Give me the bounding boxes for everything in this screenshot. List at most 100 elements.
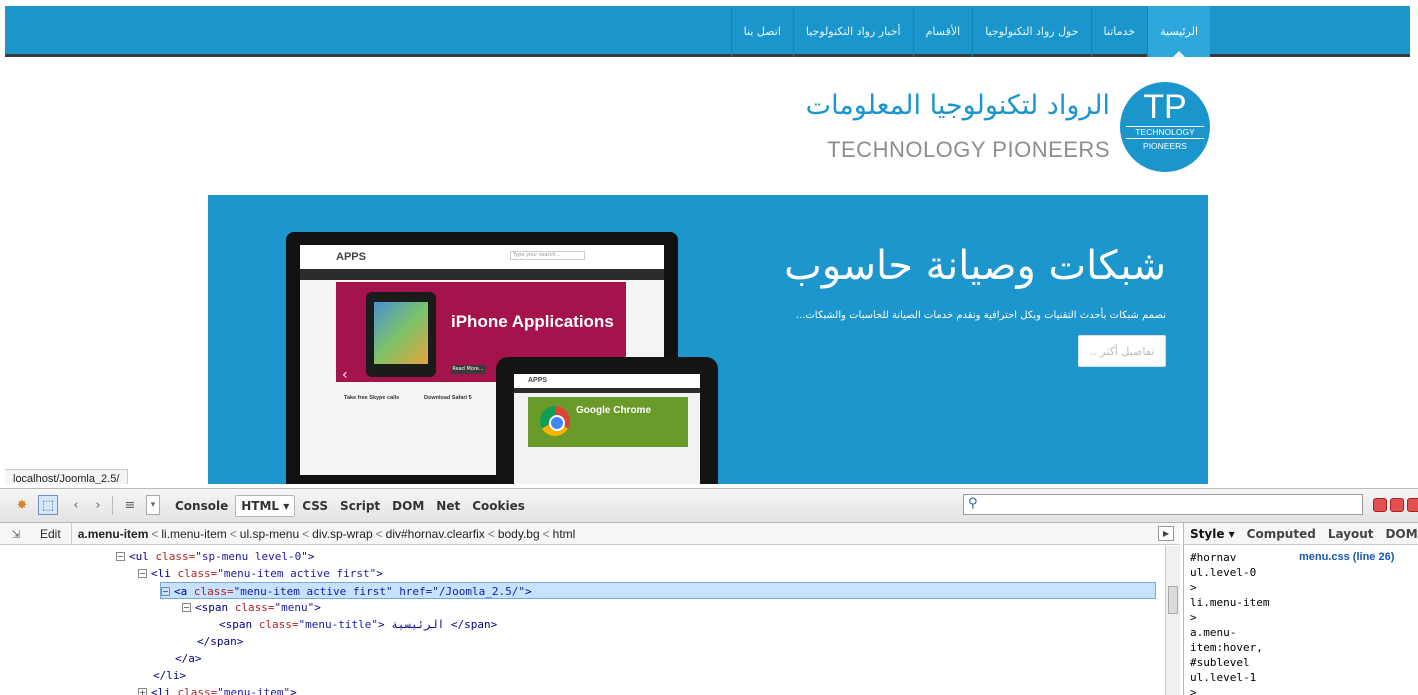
mockup-col1: Take free Skype calls xyxy=(344,395,400,401)
ipad-menu-bar xyxy=(514,388,700,393)
logo-badge: TP TECHNOLOGY PIONEERS xyxy=(1120,82,1210,172)
style-selector-line: ul.level-1 xyxy=(1190,671,1257,684)
firebug-search-input[interactable]: ⚲ xyxy=(963,494,1363,515)
nav-item-services[interactable]: خدماتنا xyxy=(1090,6,1148,57)
breadcrumb-item[interactable]: html xyxy=(553,527,576,541)
html-tag-open: </a> xyxy=(175,652,202,665)
side-panel-toggle-icon[interactable]: ▶ xyxy=(1158,526,1174,541)
breadcrumb: ⇲ Edit a.menu-item < li.menu-item < ul.s… xyxy=(0,522,1180,545)
tab-style[interactable]: Style ▾ xyxy=(1184,527,1241,541)
html-node-line[interactable]: </span> xyxy=(182,633,243,650)
tab-dom[interactable]: DOM xyxy=(387,496,429,516)
html-node-line[interactable]: − <ul class="sp-menu level-0"> xyxy=(116,548,314,565)
firebug-toolbar: ✸ ⬚ ‹ › ≡ ▾ Console HTML ▾ CSS Script DO… xyxy=(0,489,1418,523)
html-attr-value: "sp-menu level-0" xyxy=(195,550,308,563)
breadcrumb-item[interactable]: div#hornav.clearfix xyxy=(386,527,485,541)
nav-item-about[interactable]: حول رواد التكنولوجيا xyxy=(972,6,1090,57)
tab-layout[interactable]: Layout xyxy=(1322,527,1380,541)
html-tag-open: </span> xyxy=(197,635,244,648)
tab-cookies[interactable]: Cookies xyxy=(467,496,530,516)
html-node-line[interactable]: − <span class="menu"> xyxy=(182,599,321,616)
collapse-node-icon[interactable]: − xyxy=(161,587,170,596)
slide-details-button[interactable]: تفاصيل أكثر .. xyxy=(1078,335,1166,367)
html-tag-open: <li xyxy=(151,567,178,580)
logo-arabic-name: الرواد لتكنولوجيا المعلومات xyxy=(805,90,1110,121)
nav-item-label: الرئيسية xyxy=(1160,25,1198,38)
inspect-element-icon[interactable]: ⬚ xyxy=(38,495,58,515)
html-panel-scrollbar[interactable] xyxy=(1165,546,1180,695)
tab-dom-side[interactable]: DOM xyxy=(1380,527,1418,541)
nav-item-home[interactable]: الرئيسية xyxy=(1147,6,1210,57)
chevron-left-icon: ‹ xyxy=(342,367,348,383)
firebug-tabs: Console HTML ▾ CSS Script DOM Net Cookie… xyxy=(170,495,532,517)
scrollbar-thumb[interactable] xyxy=(1168,586,1178,614)
collapse-node-icon[interactable]: − xyxy=(182,603,191,612)
style-selector-line: a.menu- xyxy=(1190,626,1237,639)
tab-css[interactable]: CSS xyxy=(297,496,333,516)
nav-item-contact[interactable]: اتصل بنا xyxy=(730,6,793,57)
expand-panel-icon[interactable]: ⇲ xyxy=(6,524,26,544)
detach-icon[interactable] xyxy=(1390,498,1404,512)
html-tag-close: > الرئيسية </span> xyxy=(377,618,498,631)
panel-dropdown-icon[interactable]: ▾ xyxy=(146,495,160,515)
html-node-line[interactable]: + <li class="menu-item"> xyxy=(138,684,297,695)
firebug-panel: ✸ ⬚ ‹ › ≡ ▾ Console HTML ▾ CSS Script DO… xyxy=(0,488,1418,695)
tab-console[interactable]: Console xyxy=(170,496,233,516)
firebug-icon[interactable]: ✸ xyxy=(12,495,32,515)
nav-item-label: حول رواد التكنولوجيا xyxy=(985,25,1079,38)
nav-item-label: أخبار رواد التكنولوجيا xyxy=(805,25,901,38)
web-page: الرئيسية خدماتنا حول رواد التكنولوجيا ال… xyxy=(5,6,1410,484)
breadcrumb-item[interactable]: div.sp-wrap xyxy=(312,527,372,541)
expand-node-icon[interactable]: + xyxy=(138,688,147,695)
nav-item-label: الأقسام xyxy=(925,25,961,38)
html-node-line[interactable]: − <li class="menu-item active first"> xyxy=(138,565,383,582)
html-tag-close: > xyxy=(290,686,297,695)
breadcrumb-separator: < xyxy=(542,526,550,541)
html-tag-open: <li xyxy=(151,686,178,695)
selected-html-node[interactable]: − <a class="menu-item active first" href=… xyxy=(160,582,1156,599)
html-attr-value: "menu" xyxy=(274,601,315,614)
nav-item-news[interactable]: أخبار رواد التكنولوجيا xyxy=(792,6,913,57)
site-logo[interactable]: TP TECHNOLOGY PIONEERS الرواد لتكنولوجيا… xyxy=(770,82,1210,172)
forward-icon[interactable]: › xyxy=(88,495,108,515)
tab-script[interactable]: Script xyxy=(335,496,385,516)
tab-net[interactable]: Net xyxy=(431,496,465,516)
html-node-line[interactable]: <span class="menu-title"> الرئيسية </spa… xyxy=(204,616,497,633)
style-side-panel: Style ▾ Computed Layout DOM menu.css (li… xyxy=(1183,523,1418,695)
tab-html[interactable]: HTML ▾ xyxy=(235,495,296,517)
mockup-brand: APPS xyxy=(300,245,664,269)
nav-item-sections[interactable]: الأقسام xyxy=(912,6,973,57)
html-attr-name: class= xyxy=(177,567,218,580)
chrome-logo-icon xyxy=(540,406,570,436)
breadcrumb-item[interactable]: body.bg xyxy=(498,527,540,541)
style-source-link[interactable]: menu.css (line 26) xyxy=(1299,550,1394,565)
mockup-menu-bar xyxy=(300,269,664,280)
html-node-line[interactable]: </a> xyxy=(160,650,202,667)
style-selector-line: > xyxy=(1190,686,1197,695)
close-icon[interactable] xyxy=(1407,498,1418,512)
mockup-hero-title: iPhone Applications xyxy=(451,312,614,331)
breadcrumb-item[interactable]: li.menu-item xyxy=(161,527,226,541)
tab-computed[interactable]: Computed xyxy=(1241,527,1322,541)
logo-badge-line1: TECHNOLOGY xyxy=(1126,126,1204,139)
menu-lines-icon[interactable]: ≡ xyxy=(120,495,140,515)
style-selector-line: li.menu-item xyxy=(1190,596,1270,609)
logo-english-name: TECHNOLOGY PIONEERS xyxy=(827,137,1110,162)
back-icon[interactable]: ‹ xyxy=(66,495,86,515)
logo-badge-letters: TP xyxy=(1143,88,1187,126)
nav-menu: الرئيسية خدماتنا حول رواد التكنولوجيا ال… xyxy=(730,6,1210,57)
style-selector-line: #sublevel xyxy=(1190,656,1250,669)
style-selector-line: > xyxy=(1190,611,1197,624)
collapse-node-icon[interactable]: − xyxy=(138,569,147,578)
breadcrumb-item[interactable]: ul.sp-menu xyxy=(240,527,299,541)
breadcrumb-item[interactable]: a.menu-item xyxy=(78,527,149,541)
top-navigation: الرئيسية خدماتنا حول رواد التكنولوجيا ال… xyxy=(5,6,1410,57)
edit-button[interactable]: Edit xyxy=(30,522,72,545)
html-tree-panel: − <ul class="sp-menu level-0"> − <li class=… xyxy=(0,546,1165,695)
collapse-node-icon[interactable]: − xyxy=(116,552,125,561)
minimize-icon[interactable] xyxy=(1373,498,1387,512)
style-selector: #hornav ul.level-0 > li.menu-item > a.menu-it… xyxy=(1190,550,1412,695)
html-tag-close: > xyxy=(307,550,315,563)
html-attr-value: "menu-title" xyxy=(298,618,378,631)
html-node-line[interactable]: </li> xyxy=(138,667,186,684)
